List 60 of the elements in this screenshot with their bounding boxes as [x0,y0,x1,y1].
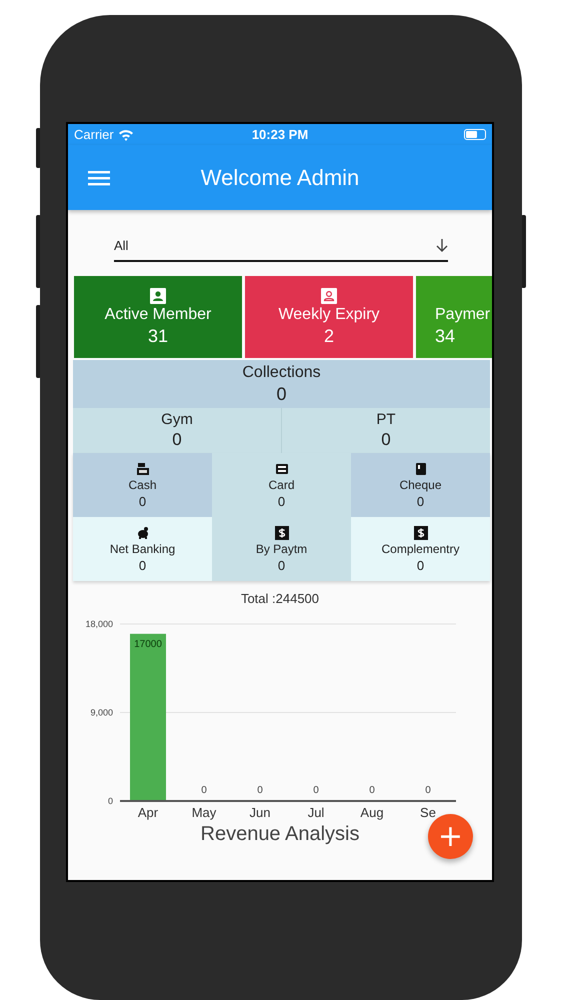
mode-label: By Paytm [256,542,308,556]
app-title: Welcome Admin [200,164,360,190]
dropdown-value: All [114,238,128,253]
card-icon [274,462,288,476]
tile-label: Weekly Expiry [278,306,380,324]
carrier-label: Carrier [74,127,114,142]
mode-value: 0 [416,558,424,572]
data-label: 0 [369,785,375,796]
collections-label: Collections [242,364,321,382]
mode-label: Complementry [381,542,460,556]
menu-icon[interactable] [88,168,110,186]
dollar-icon [274,526,288,540]
axis-category-label: Jul [308,805,324,820]
piggy-bank-icon [136,526,150,540]
data-label: 0 [257,785,263,796]
axis-category-label: Jun [250,805,270,820]
axis-tick-label: 9,000 [90,708,113,718]
axis-category-label: Aug [360,805,384,820]
tile-value: 2 [324,326,334,346]
mode-label: Cheque [399,478,442,492]
axis-tick-label: 0 [108,796,113,806]
dollar-icon [414,526,428,540]
mode-label: Cash [128,478,156,492]
data-label: 0 [201,785,207,796]
stat-tile[interactable]: Paymer 34 [416,276,492,358]
mode-label: Net Banking [110,542,176,556]
mode-value: 0 [138,494,146,508]
arrow-down-icon [436,239,448,252]
category-label: PT [376,411,396,428]
tile-label: Active Member [104,306,212,324]
wifi-icon [118,128,134,140]
category-value: 0 [172,430,182,450]
person-icon [150,288,166,304]
clock: 10:23 PM [252,127,308,142]
document-icon [414,462,428,476]
tile-label: Paymer [435,306,490,324]
stat-tile[interactable]: Active Member 31 [74,276,242,358]
filter-dropdown[interactable]: All [114,231,448,262]
data-label: 17000 [134,638,162,650]
tile-value: 31 [148,326,168,346]
axis-tick-label: 18,000 [85,619,113,629]
axis-category-label: May [192,805,216,820]
category-label: Gym [161,411,193,428]
category-value: 0 [381,430,391,450]
axis-category-label: Apr [138,805,158,820]
chart-title: Revenue Analysis [200,823,360,846]
mode-label: Card [268,478,294,492]
mode-value: 0 [278,558,286,572]
mode-value: 0 [278,494,286,508]
mode-value: 0 [416,494,424,508]
data-label: 0 [313,785,319,796]
stat-tile[interactable]: Weekly Expiry 2 [245,276,413,358]
mode-value: 0 [138,558,146,572]
battery-icon [464,129,486,140]
total-label: Total :244500 [240,591,320,606]
data-label: 0 [425,785,431,796]
collections-value: 0 [276,384,286,404]
person-icon [321,288,337,304]
tile-value: 34 [435,326,456,346]
cash-register-icon [136,462,150,476]
